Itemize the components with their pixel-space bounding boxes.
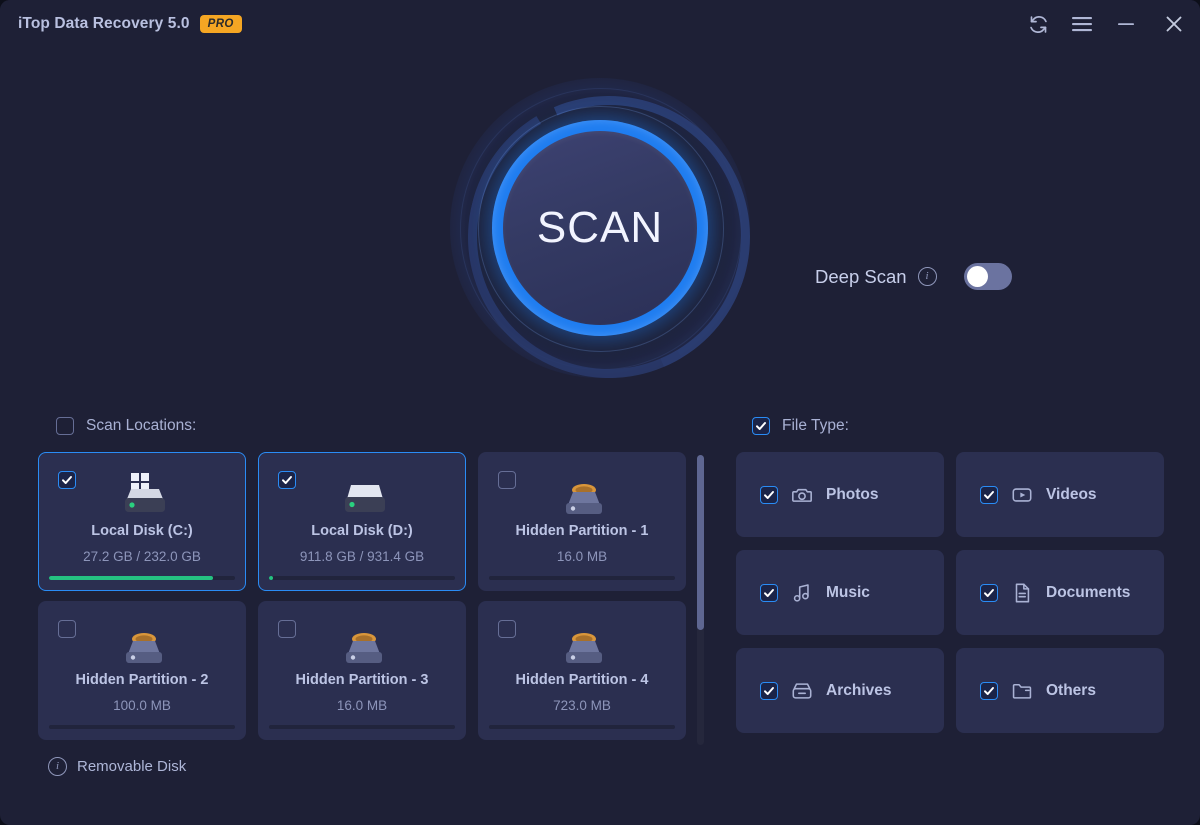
location-usage-bar	[49, 576, 235, 580]
file-type-grid: Photos Videos Music Documents Archives Others	[736, 452, 1164, 733]
location-name: Hidden Partition - 2	[75, 672, 209, 688]
scan-locations-checkbox[interactable]	[56, 417, 74, 435]
file-type-item-label: Music	[826, 583, 870, 601]
scan-area: SCAN Deep Scan i	[0, 48, 1200, 421]
location-name: Hidden Partition - 1	[515, 523, 649, 539]
close-icon	[1164, 14, 1184, 34]
location-size: 911.8 GB / 931.4 GB	[299, 549, 425, 564]
file-type-card[interactable]: Documents	[956, 550, 1164, 635]
file-type-item-checkbox[interactable]	[760, 583, 778, 602]
scan-locations-panel: Local Disk (C:) 27.2 GB / 232.0 GB Local D…	[38, 452, 710, 747]
file-type-item-label: Videos	[1046, 485, 1097, 503]
hidden-partition-icon	[39, 620, 245, 668]
file-type-card[interactable]: Photos	[736, 452, 944, 537]
file-type-card[interactable]: Others	[956, 648, 1164, 733]
file-type-item-label: Documents	[1046, 583, 1131, 601]
file-type-card[interactable]: Videos	[956, 452, 1164, 537]
title-bar: iTop Data Recovery 5.0 PRO	[0, 0, 1200, 48]
scan-locations-label: Scan Locations:	[86, 417, 197, 434]
scan-button[interactable]: SCAN	[503, 131, 697, 325]
app-window: iTop Data Recovery 5.0 PRO SCAN Deep Sca…	[0, 0, 1200, 825]
location-name: Local Disk (C:)	[91, 523, 193, 539]
file-type-item-checkbox[interactable]	[760, 681, 778, 700]
location-usage-fill	[269, 576, 273, 580]
location-card[interactable]: Local Disk (D:) 911.8 GB / 931.4 GB	[258, 452, 466, 591]
scan-button-label: SCAN	[536, 203, 664, 252]
toggle-knob	[966, 266, 988, 287]
file-type-checkbox[interactable]	[752, 417, 770, 435]
scan-locations-header: Scan Locations:	[56, 417, 196, 435]
locations-scrollbar-thumb[interactable]	[697, 455, 704, 630]
info-icon[interactable]: i	[917, 267, 937, 286]
drive-icon	[259, 471, 465, 519]
location-name: Hidden Partition - 4	[515, 672, 649, 688]
location-name: Local Disk (D:)	[311, 523, 413, 539]
file-type-item-checkbox[interactable]	[980, 485, 998, 504]
file-type-header: File Type:	[752, 417, 849, 435]
location-card[interactable]: Hidden Partition - 3 16.0 MB	[258, 601, 466, 740]
menu-button[interactable]	[1060, 0, 1104, 48]
deep-scan-control: Deep Scan i	[815, 263, 1012, 290]
location-size: 27.2 GB / 232.0 GB	[83, 549, 201, 564]
close-button[interactable]	[1148, 0, 1200, 48]
refresh-icon	[1028, 14, 1049, 35]
music-note-icon	[791, 582, 813, 604]
hidden-partition-icon	[479, 471, 685, 519]
windows-drive-icon	[39, 471, 245, 519]
deep-scan-toggle[interactable]	[963, 263, 1012, 290]
file-type-item-checkbox[interactable]	[760, 485, 778, 504]
hidden-partition-icon	[259, 620, 465, 668]
location-name: Hidden Partition - 3	[295, 672, 429, 688]
removable-disk-link[interactable]: i Removable Disk	[48, 757, 186, 776]
scan-dial: SCAN	[425, 53, 793, 421]
document-icon	[1011, 582, 1033, 604]
location-card[interactable]: Local Disk (C:) 27.2 GB / 232.0 GB	[38, 452, 246, 591]
removable-disk-label: Removable Disk	[77, 758, 187, 775]
camera-icon	[791, 484, 813, 506]
location-card[interactable]: Hidden Partition - 2 100.0 MB	[38, 601, 246, 740]
location-usage-fill	[49, 576, 213, 580]
file-type-item-checkbox[interactable]	[980, 681, 998, 700]
file-type-label: File Type:	[782, 417, 849, 434]
minimize-button[interactable]	[1104, 0, 1148, 48]
file-type-item-label: Others	[1046, 681, 1096, 699]
deep-scan-label: Deep Scan	[815, 265, 907, 287]
location-card[interactable]: Hidden Partition - 4 723.0 MB	[478, 601, 686, 740]
location-card[interactable]: Hidden Partition - 1 16.0 MB	[478, 452, 686, 591]
removable-info-icon: i	[48, 757, 67, 776]
folder-icon	[1011, 680, 1033, 702]
file-type-card[interactable]: Music	[736, 550, 944, 635]
location-usage-bar	[489, 576, 675, 580]
pro-badge: PRO	[199, 15, 242, 33]
file-type-card[interactable]: Archives	[736, 648, 944, 733]
file-type-item-checkbox[interactable]	[980, 583, 998, 602]
locations-scrollbar[interactable]	[697, 455, 704, 745]
archive-box-icon	[791, 680, 813, 702]
location-size: 16.0 MB	[336, 698, 388, 713]
file-type-item-label: Archives	[826, 681, 892, 699]
location-usage-bar	[49, 725, 235, 729]
video-icon	[1011, 484, 1033, 506]
location-usage-bar	[489, 725, 675, 729]
location-usage-bar	[269, 576, 455, 580]
app-title: iTop Data Recovery 5.0	[18, 15, 190, 32]
location-usage-bar	[269, 725, 455, 729]
hidden-partition-icon	[479, 620, 685, 668]
location-size: 100.0 MB	[113, 698, 171, 713]
refresh-button[interactable]	[1016, 0, 1060, 48]
file-type-item-label: Photos	[826, 485, 879, 503]
minimize-icon	[1116, 17, 1136, 31]
scan-locations-grid: Local Disk (C:) 27.2 GB / 232.0 GB Local D…	[38, 452, 710, 740]
menu-icon	[1071, 15, 1093, 33]
location-size: 16.0 MB	[556, 549, 608, 564]
location-size: 723.0 MB	[553, 698, 611, 713]
